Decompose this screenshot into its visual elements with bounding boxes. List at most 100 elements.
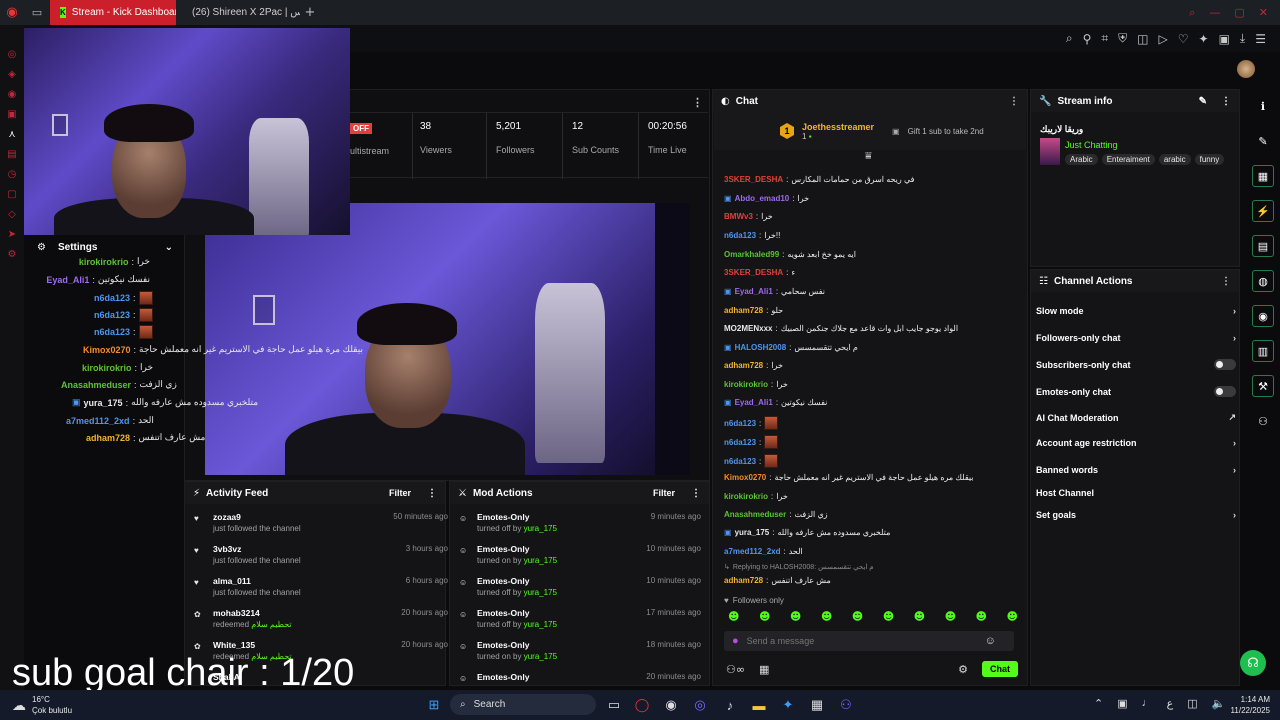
wrench-icon[interactable]: ⚒ bbox=[1252, 375, 1274, 397]
chat-message-input[interactable] bbox=[746, 636, 977, 646]
mod-menu-icon[interactable]: ⋮ bbox=[691, 488, 701, 499]
task-view-icon[interactable]: ▭ bbox=[604, 695, 624, 715]
emote-icon[interactable]: ☻ bbox=[976, 610, 987, 623]
sidebar-box-icon[interactable]: ▣ bbox=[7, 109, 16, 120]
grid-icon[interactable]: ▦ bbox=[1252, 165, 1274, 187]
action-followers-only[interactable]: Followers-only chat › bbox=[1036, 333, 1236, 343]
store-icon[interactable]: ▦ bbox=[807, 695, 827, 715]
sidebar-clock-icon[interactable]: ◷ bbox=[8, 169, 17, 180]
display-icon[interactable]: ▣ bbox=[1117, 697, 1127, 710]
download-icon[interactable]: ⤓ bbox=[1240, 31, 1245, 46]
mod-tools-icon[interactable]: ⚇∞ bbox=[726, 663, 745, 676]
close-icon[interactable]: ✕ bbox=[1259, 6, 1268, 20]
music-icon[interactable]: ♪ bbox=[720, 695, 740, 715]
weather-widget[interactable]: ☁ 16°C Çok bulutlu bbox=[12, 694, 72, 716]
sidebar-twitch-icon[interactable]: ▤ bbox=[7, 149, 16, 160]
action-account-age[interactable]: Account age restriction › bbox=[1036, 438, 1236, 448]
action-host-channel[interactable]: Host Channel bbox=[1036, 488, 1236, 498]
action-set-goals[interactable]: Set goals › bbox=[1036, 510, 1236, 520]
language-indicator[interactable]: ع bbox=[1167, 697, 1174, 710]
stream-panel-menu-icon[interactable]: ⋮ bbox=[692, 96, 703, 109]
emote-icon[interactable]: ☻ bbox=[1006, 610, 1017, 623]
subscribers-only-toggle[interactable] bbox=[1214, 359, 1236, 370]
emote-icon[interactable]: ☻ bbox=[821, 610, 832, 623]
avatar[interactable] bbox=[1237, 60, 1255, 78]
sidebar-cube-icon[interactable]: ◇ bbox=[8, 209, 16, 220]
sidebar-send-icon[interactable]: ➤ bbox=[8, 229, 16, 240]
mic-icon[interactable]: ♩ bbox=[1142, 697, 1153, 710]
users-icon[interactable]: ⚇ bbox=[1252, 410, 1274, 432]
flash-icon[interactable]: ⚡ bbox=[1252, 200, 1274, 222]
tab-youtube[interactable]: (26) Shireen X 2Pac | ريمكس bbox=[176, 0, 300, 25]
store-icon[interactable]: ▦ bbox=[759, 663, 769, 676]
action-ai-moderation[interactable]: AI Chat Moderation ↗ bbox=[1036, 412, 1236, 423]
new-tab-icon[interactable]: + bbox=[300, 5, 320, 20]
chat-settings-icon[interactable]: ⚙ bbox=[958, 663, 968, 676]
tabs-icon[interactable]: ▭ bbox=[24, 6, 50, 19]
mod-filter-button[interactable]: Filter bbox=[653, 488, 675, 498]
action-banned-words[interactable]: Banned words › bbox=[1036, 465, 1236, 475]
stream-category[interactable]: Just Chatting bbox=[1065, 140, 1118, 150]
chat-menu-icon[interactable]: ⋮ bbox=[1009, 96, 1019, 107]
scroll-pin-icon[interactable]: ⩸ bbox=[865, 150, 872, 163]
box-icon[interactable]: ▣ bbox=[1219, 32, 1230, 46]
minimize-icon[interactable]: — bbox=[1209, 6, 1220, 20]
activity-filter-button[interactable]: Filter bbox=[389, 488, 411, 498]
tag[interactable]: funny bbox=[1194, 154, 1225, 165]
search-icon[interactable]: ⌕ bbox=[1189, 6, 1195, 20]
copilot-icon[interactable]: ✦ bbox=[778, 695, 798, 715]
channel-actions-menu-icon[interactable]: ⋮ bbox=[1221, 276, 1231, 287]
broadcast-icon[interactable]: ◉ bbox=[1252, 305, 1274, 327]
emote-icon[interactable]: ☻ bbox=[852, 610, 863, 623]
emotes-only-toggle[interactable] bbox=[1214, 386, 1236, 397]
sidebar-list-icon[interactable]: ▢ bbox=[7, 189, 16, 200]
file-explorer-icon[interactable]: ▬ bbox=[749, 695, 769, 715]
taskbar-clock[interactable]: 1:14 AM 11/22/2025 bbox=[1222, 694, 1270, 716]
browser-menu-icon[interactable]: ◉ bbox=[0, 5, 24, 20]
extensions-icon[interactable]: ✦ bbox=[1199, 32, 1209, 46]
pencil-icon[interactable]: ✎ bbox=[1252, 130, 1274, 152]
emote-icon[interactable]: ☻ bbox=[883, 610, 894, 623]
network-icon[interactable]: ◫ bbox=[1187, 697, 1197, 710]
action-emotes-only[interactable]: Emotes-only chat bbox=[1036, 386, 1236, 397]
emote-icon[interactable]: ☻ bbox=[790, 610, 801, 623]
menu-icon[interactable]: ☰ bbox=[1255, 32, 1266, 46]
chat-send-button[interactable]: Chat bbox=[982, 661, 1018, 677]
zoom-icon[interactable]: ⌕ bbox=[1066, 31, 1073, 46]
chevron-up-icon[interactable]: ⌃ bbox=[1094, 697, 1103, 710]
gift-sub-text[interactable]: Gift 1 sub to take 2nd bbox=[908, 127, 984, 136]
sidebar-kick-icon[interactable]: ⋏ bbox=[8, 129, 15, 140]
tag[interactable]: Enteraiment bbox=[1101, 154, 1155, 165]
obs-icon[interactable]: ◉ bbox=[661, 695, 681, 715]
teams-icon[interactable]: ⚇ bbox=[836, 695, 856, 715]
edit-icon[interactable]: ✎ bbox=[1199, 96, 1207, 107]
tag[interactable]: arabic bbox=[1158, 154, 1191, 165]
layout-icon[interactable]: ▥ bbox=[1252, 340, 1274, 362]
action-slow-mode[interactable]: Slow mode › bbox=[1036, 306, 1236, 316]
tag[interactable]: Arabic bbox=[1065, 154, 1098, 165]
emote-icon[interactable]: ☻ bbox=[728, 610, 739, 623]
sidebar-home-icon[interactable]: ◎ bbox=[8, 49, 17, 60]
emoji-icon[interactable]: ☺ bbox=[985, 635, 996, 647]
crop-icon[interactable]: ⌗ bbox=[1101, 31, 1108, 46]
emote-icon[interactable]: ☻ bbox=[759, 610, 770, 623]
emote-icon[interactable]: ☻ bbox=[914, 610, 925, 623]
pin-icon[interactable]: ⚲ bbox=[1083, 32, 1092, 46]
shield-icon[interactable]: ⛨ bbox=[1118, 31, 1127, 46]
heart-icon[interactable]: ♡ bbox=[1178, 32, 1189, 46]
chat-input-box[interactable]: ● ☺ bbox=[724, 631, 1014, 651]
activity-menu-icon[interactable]: ⋮ bbox=[427, 488, 437, 499]
doc-icon[interactable]: ▤ bbox=[1252, 235, 1274, 257]
action-subscribers-only[interactable]: Subscribers-only chat bbox=[1036, 359, 1236, 370]
start-icon[interactable]: ⊞ bbox=[424, 695, 444, 715]
sidebar-settings-icon[interactable]: ⚙ bbox=[8, 249, 17, 260]
tab-kick-dashboard[interactable]: K Stream - Kick Dashboard bbox=[50, 0, 176, 25]
help-chat-button[interactable]: ☊ bbox=[1240, 650, 1266, 676]
info-icon[interactable]: ℹ bbox=[1252, 95, 1274, 117]
taskbar-search[interactable]: ⌕ Search bbox=[450, 694, 596, 715]
overlay-settings-header[interactable]: ⚙ Settings ⌄ bbox=[37, 242, 173, 253]
opera-gx-icon[interactable]: ◯ bbox=[632, 695, 652, 715]
maximize-icon[interactable]: ▢ bbox=[1234, 6, 1244, 20]
stream-info-menu-icon[interactable]: ⋮ bbox=[1221, 96, 1231, 107]
discord-icon[interactable]: ◎ bbox=[690, 695, 710, 715]
